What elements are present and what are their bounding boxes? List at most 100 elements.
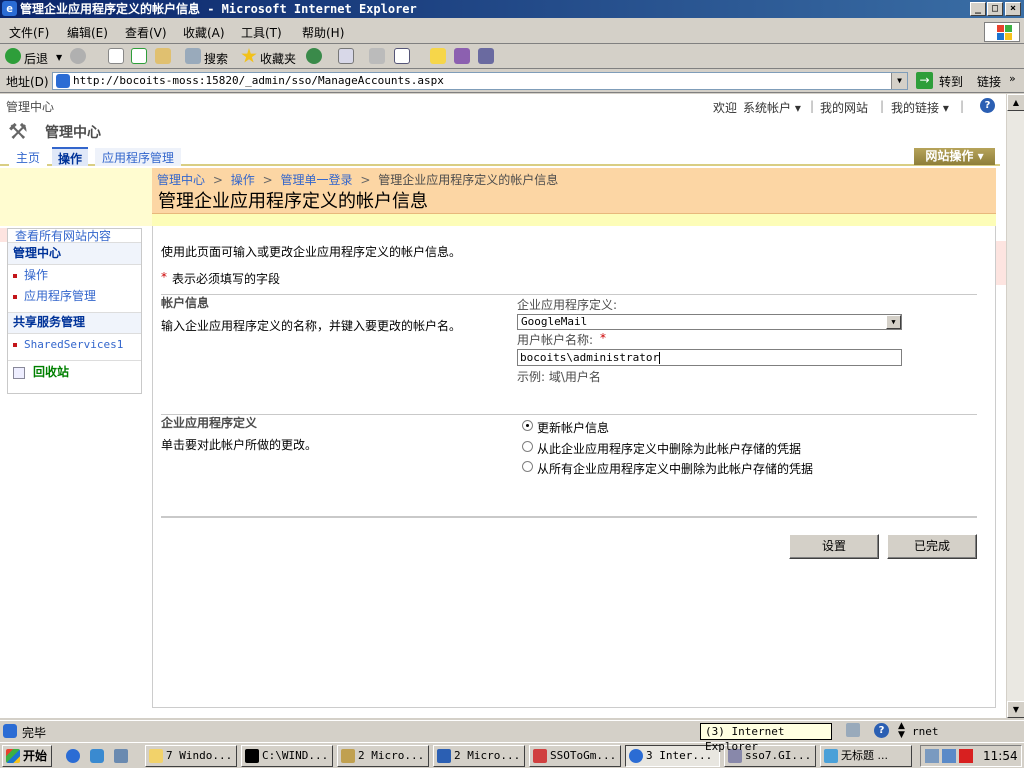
menu-help[interactable]: 帮助(H) [302, 24, 344, 41]
task-windows-explorer[interactable]: 7 Windo... [145, 745, 237, 767]
right-edge [996, 241, 1006, 285]
quick-launch-item-operations[interactable]: 操作 [8, 265, 141, 286]
tab-operations[interactable]: 操作 [52, 147, 89, 166]
task-microsoft-word[interactable]: 2 Micro... [433, 745, 525, 767]
address-dropdown-icon[interactable]: ▼ [891, 73, 907, 89]
task-cmd[interactable]: C:\WIND... [241, 745, 333, 767]
radio-update-account[interactable] [522, 420, 533, 431]
quicklaunch-outlook-icon[interactable] [90, 749, 104, 763]
network-icon[interactable] [846, 723, 860, 737]
recycle-bin-link[interactable]: 回收站 [8, 361, 141, 385]
bullet-icon [13, 343, 17, 347]
go-arrow-icon[interactable]: → [916, 72, 933, 89]
site-actions-menu[interactable]: 网站操作 ▾ [914, 148, 995, 165]
tab-home[interactable]: 主页 [9, 148, 48, 166]
user-menu[interactable]: 系统帐户 ▾ [743, 99, 801, 116]
back-button-label[interactable]: 后退 [24, 50, 48, 67]
refresh-icon[interactable] [131, 48, 147, 64]
my-site-link[interactable]: 我的网站 [820, 99, 868, 116]
radio-delete-this-app[interactable] [522, 441, 533, 452]
page-icon [56, 74, 70, 88]
home-icon[interactable] [155, 48, 171, 64]
menu-tools[interactable]: 工具(T) [241, 24, 282, 41]
folder-icon [149, 749, 163, 763]
window-title-bar[interactable]: e 管理企业应用程序定义的帐户信息 - Microsoft Internet E… [0, 0, 1024, 18]
zone-arrows-icon[interactable]: ▲ ▼ [898, 722, 905, 740]
bullet-icon [13, 273, 17, 278]
forward-arrow-icon[interactable] [70, 48, 86, 64]
site-title-small[interactable]: 管理中心 [6, 98, 54, 115]
close-button[interactable]: × [1005, 2, 1021, 16]
address-url: http://bocoits-moss:15820/_admin/sso/Man… [73, 74, 444, 87]
quick-launch-heading-shared-services[interactable]: 共享服务管理 [8, 313, 141, 334]
messenger-icon[interactable] [454, 48, 470, 64]
view-all-content-link[interactable]: 查看所有网站内容 [8, 229, 141, 243]
minimize-button[interactable]: _ [970, 2, 986, 16]
search-icon[interactable] [185, 48, 201, 64]
quicklaunch-ie-icon[interactable] [66, 749, 80, 763]
back-arrow-icon[interactable] [5, 48, 21, 64]
network-tray-icon[interactable] [942, 749, 956, 763]
breadcrumb-central-admin[interactable]: 管理中心 [157, 173, 205, 187]
set-button[interactable]: 设置 [789, 534, 879, 559]
quicklaunch-desktop-icon[interactable] [114, 749, 128, 763]
breadcrumb-operations[interactable]: 操作 [231, 173, 255, 187]
windows-flag-icon [984, 22, 1020, 42]
task-label: 3 Inter... [646, 749, 713, 762]
vertical-scrollbar[interactable]: ▲ ▼ [1006, 94, 1024, 718]
maximize-button[interactable]: □ [987, 2, 1003, 16]
address-input[interactable]: http://bocoits-moss:15820/_admin/sso/Man… [52, 72, 908, 90]
mail-icon[interactable] [338, 48, 354, 64]
menu-edit[interactable]: 编辑(E) [67, 24, 108, 41]
search-button-label[interactable]: 搜索 [204, 50, 228, 67]
quick-launch-item-app-management[interactable]: 应用程序管理 [8, 286, 141, 313]
app-def-select[interactable]: GoogleMail ▼ [517, 314, 902, 330]
task-untitled[interactable]: 无标题 ... [820, 745, 912, 767]
stop-icon[interactable] [108, 48, 124, 64]
account-name-input[interactable]: bocoits\administrator [517, 349, 902, 366]
tab-application-management[interactable]: 应用程序管理 [95, 148, 182, 166]
menu-file[interactable]: 文件(F) [9, 24, 49, 41]
back-dropdown-icon[interactable]: ▼ [56, 53, 62, 62]
radio-delete-this-app-label[interactable]: 从此企业应用程序定义中删除为此帐户存储的凭据 [537, 440, 801, 457]
scroll-up-icon[interactable]: ▲ [1007, 94, 1024, 111]
chevron-right-icon[interactable]: » [1009, 72, 1016, 85]
start-button[interactable]: 开始 [2, 745, 52, 767]
chevron-down-icon[interactable]: ▼ [886, 315, 901, 329]
radio-delete-all-apps-label[interactable]: 从所有企业应用程序定义中删除为此帐户存储的凭据 [537, 460, 813, 477]
radio-delete-all-apps[interactable] [522, 461, 533, 472]
done-button[interactable]: 已完成 [887, 534, 977, 559]
discuss-icon[interactable] [430, 48, 446, 64]
site-title[interactable]: 管理中心 [45, 122, 101, 142]
quick-launch-item-sharedservices1[interactable]: SharedServices1 [8, 334, 141, 361]
menu-favorites[interactable]: 收藏(A) [183, 24, 225, 41]
ie-page-icon [3, 724, 17, 738]
menu-bar: 文件(F) 编辑(E) 查看(V) 收藏(A) 工具(T) 帮助(H) [0, 20, 1024, 44]
task-label: 2 Micro... [358, 749, 425, 762]
task-label: 7 Windo... [166, 749, 233, 762]
breadcrumb-manage-sso[interactable]: 管理单一登录 [280, 173, 352, 187]
research-icon[interactable] [478, 48, 494, 64]
print-icon[interactable] [369, 48, 385, 64]
links-label[interactable]: 链接 [977, 73, 1001, 90]
scroll-down-icon[interactable]: ▼ [1007, 701, 1024, 718]
quick-launch-heading-central-admin[interactable]: 管理中心 [8, 243, 141, 265]
section-account-info-title: 帐户信息 [161, 296, 210, 310]
go-button-label[interactable]: 转到 [939, 73, 963, 90]
quick-launch-item-label: SharedServices1 [24, 338, 124, 351]
help-icon[interactable]: ? [874, 723, 889, 738]
radio-update-account-label[interactable]: 更新帐户信息 [537, 419, 609, 436]
task-microsoft-1[interactable]: 2 Micro... [337, 745, 429, 767]
user-name: 系统帐户 [743, 101, 792, 115]
task-ssotogm[interactable]: SSOToGm... [529, 745, 621, 767]
help-icon[interactable]: ? [980, 98, 995, 113]
favorites-star-icon[interactable] [241, 48, 257, 63]
menu-view[interactable]: 查看(V) [125, 24, 167, 41]
favorites-button-label[interactable]: 收藏夹 [260, 50, 296, 67]
users-tray-icon[interactable] [925, 749, 939, 763]
my-links-menu[interactable]: 我的链接 ▾ [891, 99, 949, 116]
edit-icon[interactable] [394, 48, 410, 64]
history-icon[interactable] [306, 48, 322, 64]
breadcrumb: 管理中心 > 操作 > 管理单一登录 > 管理企业应用程序定义的帐户信息 [157, 171, 558, 188]
security-tray-icon[interactable] [959, 749, 973, 763]
